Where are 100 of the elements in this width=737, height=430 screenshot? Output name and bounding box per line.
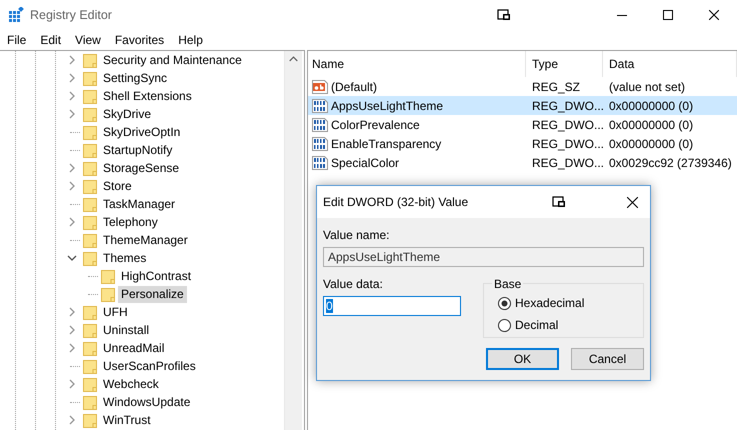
value-data: 0x0029cc92 (2739346) [609,156,732,170]
value-name-field[interactable]: AppsUseLightTheme [323,247,644,267]
expand-icon[interactable] [67,217,77,227]
value-name: EnableTransparency [331,136,442,152]
tree-item[interactable]: Shell Extensions [100,88,195,104]
expand-icon[interactable] [67,55,77,65]
expand-icon[interactable] [67,325,77,335]
tree-item[interactable]: StorageSense [100,160,182,176]
dialog-title: Edit DWORD (32-bit) Value [323,194,468,211]
folder-icon [82,376,98,392]
value-data: 0x00000000 (0) [609,118,694,132]
value-name: (Default) [331,78,378,96]
field-label: Value data: [323,276,384,293]
window-title: Registry Editor [30,6,112,24]
value-name: SpecialColor [331,154,400,172]
folder-icon [82,412,98,428]
tree-item[interactable]: Webcheck [100,376,162,392]
value-row[interactable]: AppsUseLightTheme REG_DWO... 0x00000000 (0) [308,96,737,115]
radio-label[interactable]: Decimal [515,316,558,334]
column-header[interactable]: Data [603,51,737,77]
tree-item[interactable]: Uninstall [100,322,152,338]
folder-icon [82,196,98,212]
tree-item[interactable]: Personalize [118,286,187,302]
value-row[interactable]: SpecialColor REG_DWO... 0x0029cc92 (2739346) [308,153,737,172]
tree-item[interactable]: HighContrast [118,268,194,284]
folder-icon [82,214,98,230]
folder-icon [82,52,98,68]
expand-icon[interactable] [67,73,77,83]
folder-icon [82,124,98,140]
expand-icon[interactable] [67,307,77,317]
folder-icon [82,340,98,356]
expand-icon[interactable] [67,181,77,191]
value-data-field[interactable]: 0 [323,296,461,316]
value-type: REG_DWO... [532,118,604,132]
close-icon [709,10,719,20]
column-header[interactable]: Name [308,51,526,77]
field-label: Value name: [323,227,390,244]
maximize-icon [663,10,673,20]
tree-item[interactable]: UserScanProfiles [100,358,199,374]
radio-label[interactable]: Hexadecimal [515,294,584,312]
expand-icon[interactable] [67,109,77,119]
radio-button[interactable] [498,296,511,310]
folder-icon [82,322,98,338]
folder-icon [82,106,98,122]
tree-item[interactable]: SkyDrive [100,106,154,122]
value-name: ColorPrevalence [331,116,420,134]
value-data: 0x00000000 (0) [609,98,694,112]
value-row[interactable]: (Default) REG_SZ (value not set) [308,77,737,96]
tree-item[interactable]: Store [100,178,135,194]
expand-icon[interactable] [67,163,77,173]
binary-value-icon [312,116,328,132]
folder-icon [82,250,98,266]
column-header[interactable]: Type [526,51,603,77]
folder-icon [100,286,116,302]
expand-icon[interactable] [67,379,77,389]
radio-button[interactable] [498,318,511,332]
menu-item[interactable]: File [0,30,34,50]
value-row[interactable]: ColorPrevalence REG_DWO... 0x00000000 (0) [308,115,737,134]
value-type: REG_DWO... [532,98,604,112]
folder-icon [82,142,98,158]
value-type: REG_DWO... [532,156,604,170]
tree-item[interactable]: UnreadMail [100,340,168,356]
menu-item[interactable]: View [68,30,108,50]
binary-value-icon [312,98,328,114]
value-row[interactable]: EnableTransparency REG_DWO... 0x00000000 (0) [308,134,737,153]
tree-item[interactable]: SettingSync [100,70,170,86]
collapse-icon[interactable] [67,253,77,263]
menu-item[interactable]: Help [171,30,210,50]
tree-item[interactable]: StartupNotify [100,142,176,158]
folder-icon [82,394,98,410]
tree-item[interactable]: Telephony [100,214,161,230]
dialog-button[interactable]: OK [486,348,559,370]
tree-item[interactable]: ThemeManager [100,232,191,248]
expand-icon[interactable] [67,91,77,101]
folder-icon [82,232,98,248]
dialog-button[interactable]: Cancel [571,348,644,370]
tree-item[interactable]: Security and Maintenance [100,52,245,68]
menu-item[interactable]: Edit [33,30,68,50]
value-type: REG_DWO... [532,136,604,150]
tree-item[interactable]: UFH [100,304,131,320]
expand-icon[interactable] [67,415,77,425]
value-data: (value not set) [609,80,686,94]
value-type: REG_SZ [532,80,580,94]
menu-item[interactable]: Favorites [108,30,172,50]
expand-icon[interactable] [67,343,77,353]
tree-item[interactable]: WindowsUpdate [100,394,194,410]
folder-icon [82,160,98,176]
app-icon [8,7,24,23]
folder-icon [82,70,98,86]
tree-item[interactable]: Themes [100,250,150,266]
string-value-icon [312,78,328,94]
folder-icon [82,178,98,194]
tree-item[interactable]: SkyDriveOptIn [100,124,184,140]
tree-item[interactable]: WinTrust [100,412,154,428]
binary-value-icon [312,136,328,152]
tree-item[interactable]: TaskManager [100,196,178,212]
value-data: 0x00000000 (0) [609,136,694,150]
folder-icon [82,304,98,320]
binary-value-icon [312,154,328,170]
scrollbar[interactable] [284,51,302,430]
